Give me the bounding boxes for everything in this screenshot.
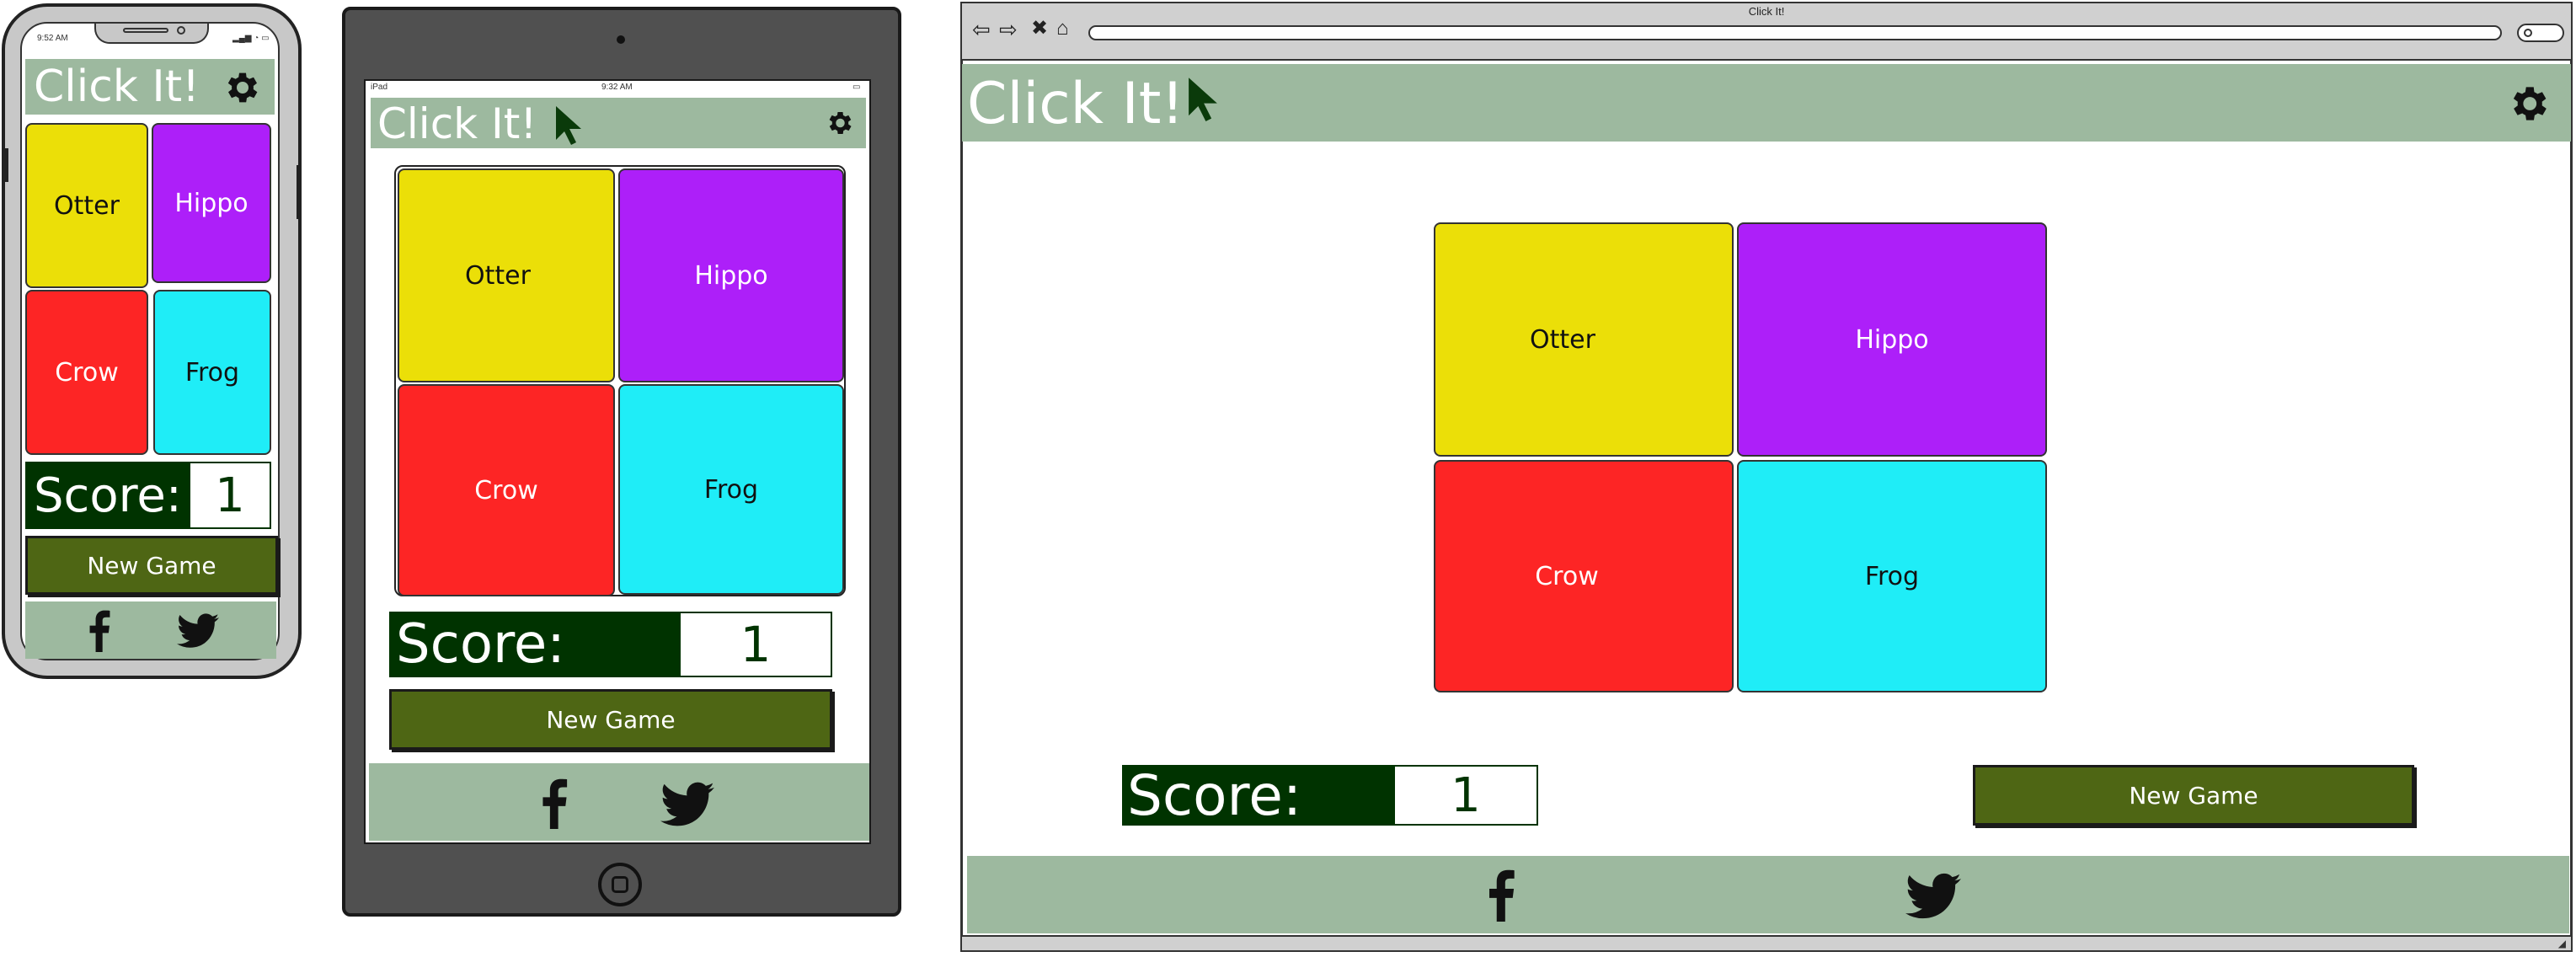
address-bar[interactable]	[1088, 25, 2502, 40]
phone-camera	[177, 26, 185, 35]
app-header: Click It!	[25, 59, 275, 115]
twitter-icon[interactable]	[660, 782, 714, 827]
score-display: Score: 1	[25, 462, 271, 529]
phone-speaker	[123, 28, 168, 33]
tile-frog[interactable]: Frog	[1737, 460, 2047, 692]
phone-notch	[94, 24, 209, 44]
score-value: 1	[190, 463, 270, 527]
tile-frog[interactable]: Frog	[618, 384, 844, 595]
tile-label: Otter	[465, 260, 531, 291]
browser-status-bar: ◢	[962, 935, 2571, 950]
back-arrow-icon[interactable]: ⇦	[972, 19, 991, 40]
tile-label: Otter	[54, 190, 120, 221]
tablet-camera	[617, 35, 625, 44]
tile-crow[interactable]: Crow	[1434, 460, 1734, 692]
phone-status-time: 9:52 AM	[37, 34, 68, 43]
tile-label: Hippo	[1855, 324, 1929, 355]
tile-label: Frog	[1864, 561, 1920, 591]
cursor-icon	[556, 106, 581, 145]
tablet-home-button[interactable]	[598, 863, 642, 906]
search-icon	[2524, 29, 2532, 37]
tile-label: Frog	[184, 357, 240, 388]
twitter-icon[interactable]	[1905, 873, 1961, 920]
facebook-icon[interactable]	[537, 778, 569, 829]
tile-frog[interactable]: Frog	[153, 290, 271, 455]
phone-status-icons: ▂▄▆ ◔ ▭	[232, 34, 270, 43]
phone-side-button	[3, 148, 8, 182]
gear-icon[interactable]	[221, 67, 261, 108]
home-button-square	[612, 876, 628, 893]
app-header: Click It!	[962, 64, 2571, 142]
score-label: Score:	[391, 613, 681, 676]
score-display: Score: 1	[389, 612, 832, 677]
resize-grip-icon[interactable]: ◢	[2558, 938, 2566, 949]
tile-hippo[interactable]: Hippo	[618, 168, 844, 382]
twitter-icon[interactable]	[177, 613, 219, 649]
new-game-button[interactable]: New Game	[1973, 765, 2414, 826]
cursor-icon	[1189, 78, 1217, 121]
tile-label: Crow	[55, 357, 119, 388]
gear-icon[interactable]	[2505, 81, 2551, 126]
tile-crow[interactable]: Crow	[25, 290, 148, 455]
tile-otter[interactable]: Otter	[398, 168, 615, 382]
phone-side-button	[297, 165, 302, 219]
search-box[interactable]	[2517, 24, 2564, 42]
tile-label: Crow	[1535, 561, 1599, 591]
new-game-button[interactable]: New Game	[389, 689, 832, 750]
browser-toolbar: Click It! ⇦ ⇨ ✖ ⌂	[962, 3, 2571, 61]
app-title: Click It!	[967, 71, 1184, 137]
facebook-icon[interactable]	[1484, 869, 1516, 922]
app-title: Click It!	[377, 99, 537, 148]
home-icon[interactable]: ⌂	[1056, 19, 1069, 39]
score-label: Score:	[27, 463, 190, 527]
tile-otter[interactable]: Otter	[25, 123, 148, 288]
score-display: Score: 1	[1122, 763, 1538, 828]
tile-label: Hippo	[694, 260, 768, 291]
gear-icon[interactable]	[824, 108, 854, 138]
tile-label: Hippo	[174, 188, 249, 218]
tablet-status-device: iPad	[371, 83, 388, 92]
tile-label: Frog	[703, 474, 759, 505]
tile-hippo[interactable]: Hippo	[152, 123, 271, 283]
tile-otter[interactable]: Otter	[1434, 222, 1734, 457]
score-value: 1	[681, 613, 831, 676]
window-title: Click It!	[1748, 5, 1785, 18]
app-footer	[967, 856, 2569, 933]
score-label: Score:	[1124, 763, 1395, 828]
forward-arrow-icon[interactable]: ⇨	[999, 19, 1018, 40]
app-footer	[25, 601, 276, 659]
app-title: Click It!	[34, 61, 200, 112]
tile-crow[interactable]: Crow	[398, 384, 615, 596]
app-header: Click It!	[371, 98, 866, 148]
tile-label: Crow	[474, 475, 538, 505]
tile-hippo[interactable]: Hippo	[1737, 222, 2047, 457]
tile-label: Otter	[1530, 324, 1595, 355]
new-game-button[interactable]: New Game	[25, 536, 278, 595]
app-footer	[369, 763, 869, 841]
facebook-icon[interactable]	[86, 610, 111, 652]
tablet-battery-icon: ▭	[852, 83, 861, 92]
score-value: 1	[1395, 767, 1537, 824]
stop-icon[interactable]: ✖	[1031, 19, 1048, 39]
tablet-status-time: 9:32 AM	[601, 83, 633, 92]
